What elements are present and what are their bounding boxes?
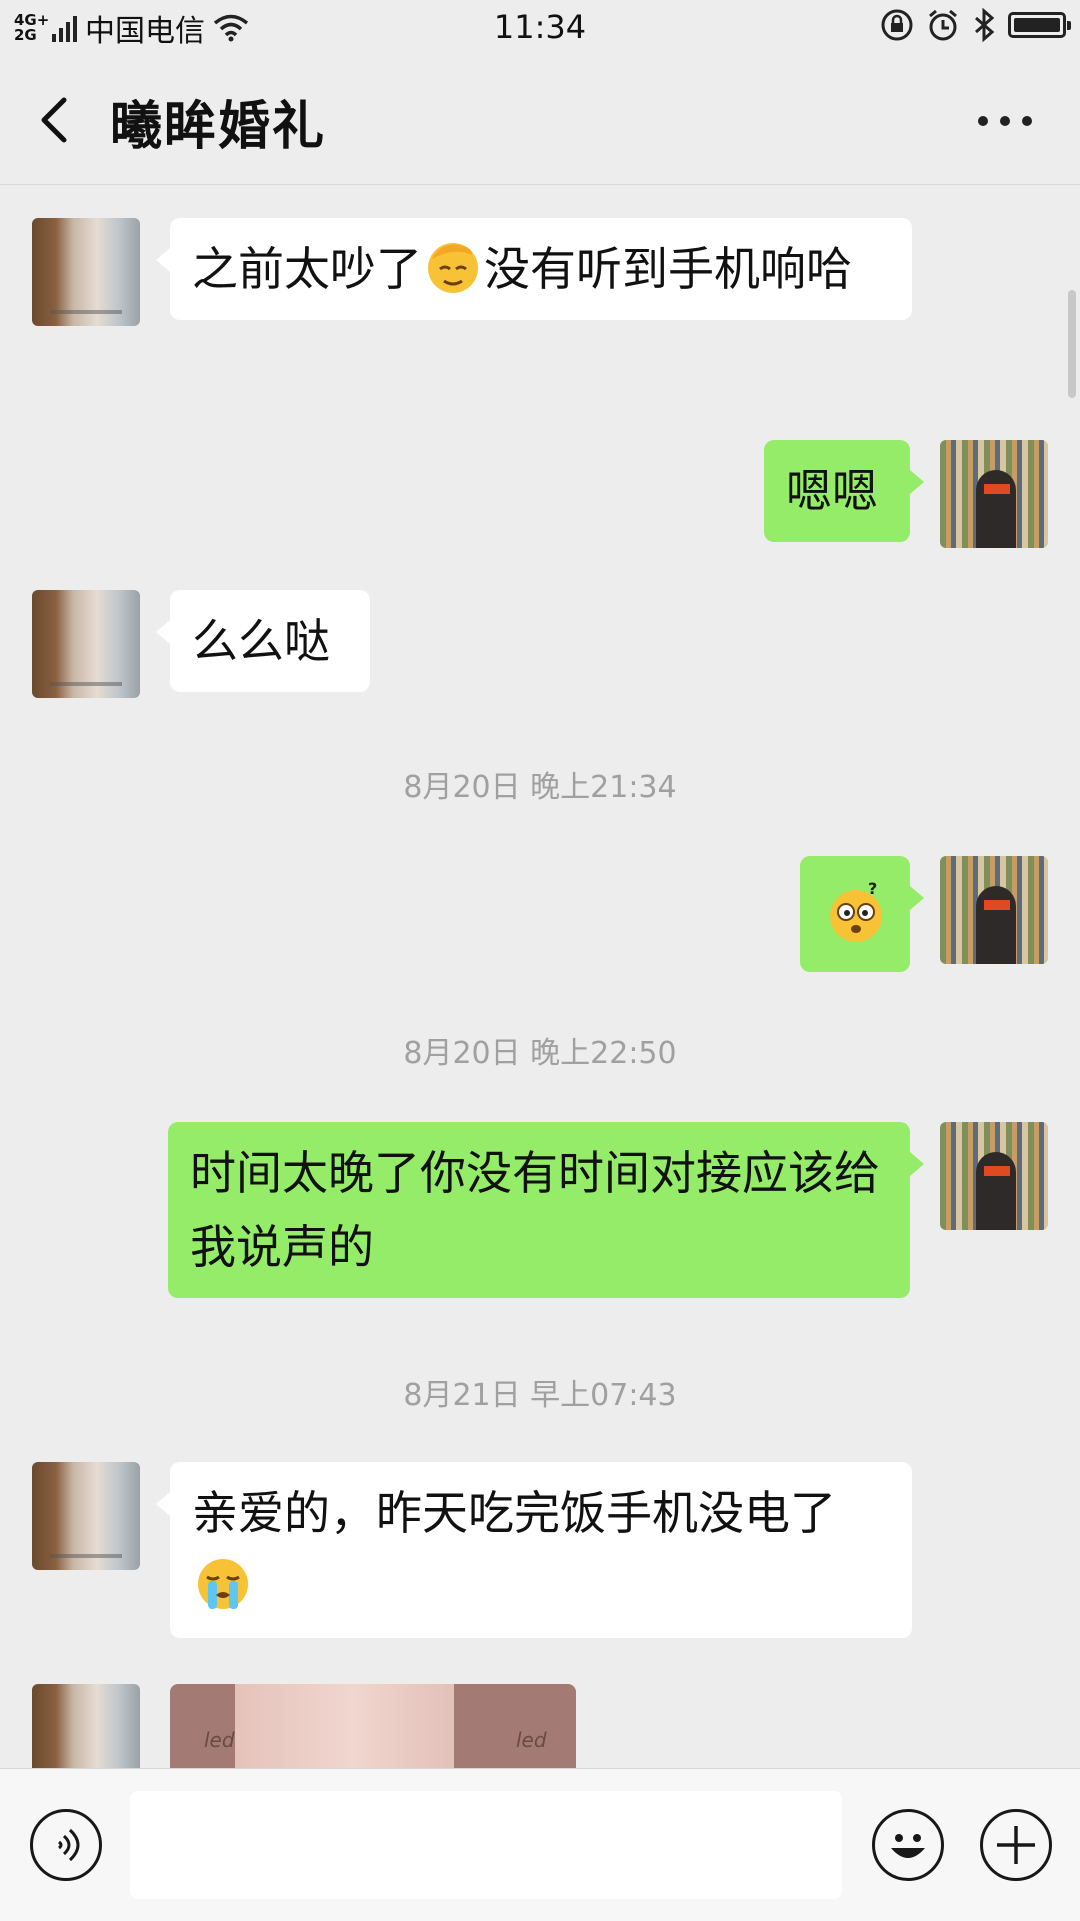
message-bubble-sent[interactable]: ? — [800, 856, 924, 972]
message-text: 嗯嗯 — [786, 464, 878, 518]
message-text: 没有听到手机响哈 — [484, 242, 852, 296]
image-label: led — [204, 1728, 235, 1752]
contact-avatar[interactable] — [32, 218, 140, 326]
more-options-icon[interactable] — [978, 116, 1032, 126]
message-bubble-sent[interactable]: 时间太晚了你没有时间对接应该给我说声的 — [168, 1122, 924, 1298]
timestamp: 8月20日 晚上22:50 — [403, 1036, 677, 1071]
message-bubble-received[interactable]: 么么哒 — [156, 590, 370, 692]
timestamp: 8月21日 早上07:43 — [403, 1378, 677, 1413]
emoji-picker-icon[interactable] — [872, 1809, 944, 1881]
message-text: 时间太晚了你没有时间对接应该给我说声的 — [190, 1146, 880, 1274]
battery-fill — [1014, 18, 1060, 32]
scrollbar[interactable] — [1068, 290, 1076, 398]
timestamp: 8月20日 晚上21:34 — [403, 770, 677, 805]
battery-icon — [1008, 12, 1071, 38]
contact-avatar[interactable] — [32, 1462, 140, 1570]
status-bar: 4G+ 2G 中国电信 11:34 — [0, 0, 1080, 56]
message-bubble-received[interactable]: 亲爱的，昨天吃完饭手机没电了 — [156, 1462, 912, 1638]
message-input[interactable] — [130, 1791, 842, 1899]
my-avatar[interactable] — [940, 440, 1048, 548]
bluetooth-icon — [975, 8, 995, 42]
message-text: 亲爱的，昨天吃完饭手机没电了 — [192, 1486, 836, 1540]
message-bubble-sent[interactable]: 嗯嗯 — [764, 440, 924, 542]
status-right — [880, 8, 1071, 42]
image-label: led — [516, 1728, 547, 1752]
my-avatar[interactable] — [940, 1122, 1048, 1230]
face-palm-emoji — [428, 243, 478, 293]
my-avatar[interactable] — [940, 856, 1048, 964]
input-bar — [0, 1768, 1080, 1921]
message-text: 么么哒 — [192, 614, 330, 668]
chat-title: 曦眸婚礼 — [110, 97, 327, 157]
plus-more-icon[interactable] — [980, 1809, 1052, 1881]
dizzy-face-emoji: ? — [830, 882, 882, 942]
message-bubble-received[interactable]: 之前太吵了 没有听到手机响哈 — [156, 218, 912, 320]
crying-face-emoji — [198, 1559, 248, 1609]
alarm-icon — [929, 9, 957, 41]
chat-header: 曦眸婚礼 — [0, 56, 1080, 185]
back-arrow-icon[interactable] — [30, 90, 80, 150]
contact-avatar[interactable] — [32, 590, 140, 698]
message-text: 之前太吵了 — [192, 242, 422, 296]
svg-text:?: ? — [868, 882, 877, 898]
rotation-lock-icon — [881, 9, 913, 41]
voice-input-icon[interactable] — [30, 1809, 102, 1881]
